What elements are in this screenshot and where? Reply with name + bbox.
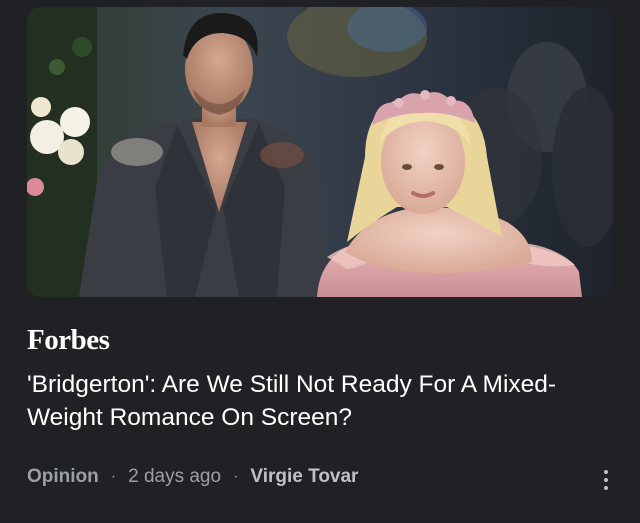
meta-separator: · bbox=[233, 468, 239, 485]
article-age: 2 days ago bbox=[128, 466, 222, 487]
article-author[interactable]: Virgie Tovar bbox=[250, 466, 358, 488]
article-headline[interactable]: 'Bridgerton': Are We Still Not Ready For… bbox=[27, 368, 597, 434]
article-section: Opinion bbox=[27, 466, 99, 487]
meta-separator: · bbox=[110, 468, 117, 485]
publisher-name: Forbes bbox=[27, 324, 110, 356]
news-card[interactable]: Forbes 'Bridgerton': Are We Still Not Re… bbox=[0, 0, 640, 523]
article-thumbnail[interactable] bbox=[27, 7, 613, 297]
article-meta: Opinion · 2 days ago · Virgie Tovar bbox=[27, 466, 358, 488]
more-vert-icon bbox=[604, 470, 608, 474]
more-options-button[interactable] bbox=[600, 466, 612, 494]
thumbnail-photo bbox=[27, 7, 613, 297]
